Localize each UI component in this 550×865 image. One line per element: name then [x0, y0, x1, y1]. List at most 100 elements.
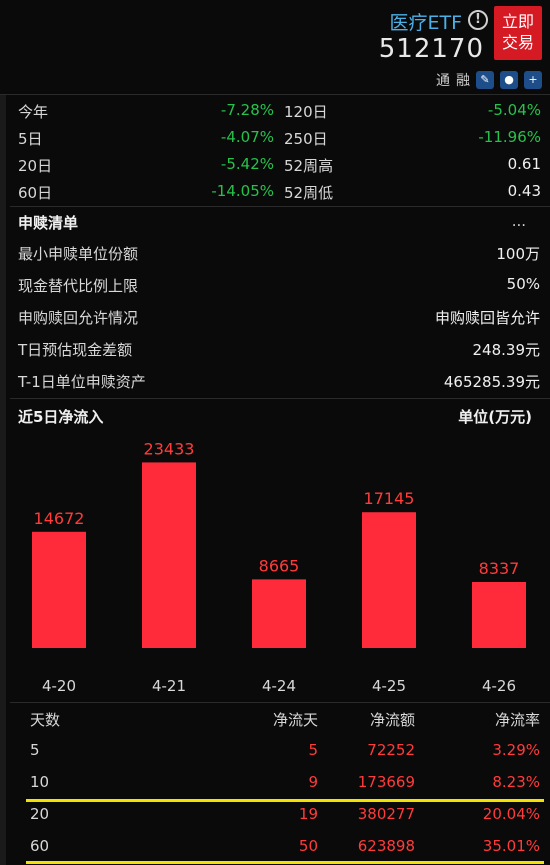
cell-net-rate: 3.29%: [492, 741, 540, 759]
cell-net-amount: 623898: [357, 837, 415, 855]
returns-label: 20日: [18, 157, 53, 175]
returns-value: 0.43: [507, 182, 541, 200]
subscribe-row: 申购赎回允许情况 申购赎回皆允许: [18, 300, 540, 332]
subscribe-title: 申赎清单: [18, 214, 79, 232]
bar-4-26: [472, 581, 526, 648]
cell-net-days: 19: [298, 805, 318, 823]
header-net-rate: 净流率: [494, 711, 540, 729]
subscribe-row: T-1日单位申赎资产 465285.39元: [18, 364, 540, 396]
x-tick-label: 4-26: [482, 677, 516, 695]
cell-days: 20: [30, 805, 50, 823]
cell-net-rate: 35.01%: [482, 837, 540, 855]
returns-label: 60日: [18, 184, 53, 202]
subscribe-value: 50%: [506, 275, 540, 293]
subscribe-value: 248.39元: [472, 341, 541, 359]
highlight-line: [26, 861, 544, 864]
table-row: 10 9 173669 8.23%: [18, 767, 540, 799]
table-row: 60 50 623898 35.01%: [18, 831, 540, 863]
unit-label: 单位(万元): [458, 408, 532, 426]
cell-net-rate: 8.23%: [492, 773, 540, 791]
fund-name: 医疗ETF: [389, 12, 462, 34]
subscribe-label: T日预估现金差额: [18, 341, 133, 359]
inflow-bar-chart: 14672 4-20 23433 4-21 8665 4-24 17145 4-25 8337 4…: [32, 439, 526, 695]
subscribe-label: 现金替代比例上限: [18, 277, 139, 295]
highlight-line: [26, 799, 544, 802]
cell-days: 10: [30, 773, 50, 791]
trade-now-button[interactable]: 立即 交易: [494, 6, 542, 60]
header-net-days: 净流天: [272, 711, 318, 729]
returns-row: 5日 -4.07% 250日 -11.96%: [18, 124, 543, 151]
cell-net-rate: 20.04%: [482, 805, 540, 823]
header-divider: [0, 94, 550, 95]
x-tick-label: 4-20: [42, 677, 76, 695]
subscribe-row: 最小申赎单位份额 100万: [18, 236, 540, 268]
returns-value: -7.28%: [220, 101, 274, 119]
inflow-title: 近5日净流入: [18, 408, 104, 426]
returns-row: 今年 -7.28% 120日 -5.04%: [18, 97, 543, 124]
header-net-amount: 净流额: [369, 711, 415, 729]
returns-value: -14.05%: [211, 182, 274, 200]
section-divider: [10, 398, 550, 399]
returns-value: -4.07%: [220, 128, 274, 146]
subscribe-label: 最小申赎单位份额: [18, 245, 139, 263]
returns-label: 250日: [284, 130, 328, 148]
data-label: 23433: [144, 439, 195, 458]
cell-net-days: 5: [308, 741, 318, 759]
returns-grid: 今年 -7.28% 120日 -5.04% 5日 -4.07% 250日 -11…: [18, 97, 543, 205]
flow-table: 天数 净流天 净流额 净流率 5 5 72252 3.29% 10 9 1736…: [18, 703, 540, 863]
rong-label[interactable]: 融: [456, 70, 470, 90]
data-label: 14672: [34, 509, 85, 528]
subscribe-row: T日预估现金差额 248.39元: [18, 332, 540, 364]
table-row: 5 5 72252 3.29%: [18, 735, 540, 767]
header-days: 天数: [30, 711, 61, 729]
header: 医疗ETF ! 立即 交易 512170 通 融 ✎ ● +: [0, 0, 550, 95]
bar-4-20: [32, 531, 86, 648]
cell-days: 5: [30, 741, 40, 759]
fund-code: 512170: [378, 34, 484, 64]
cell-net-amount: 173669: [357, 773, 415, 791]
returns-label: 今年: [18, 103, 49, 121]
returns-label: 120日: [284, 103, 328, 121]
more-button[interactable]: ...: [512, 212, 526, 230]
bell-icon[interactable]: ●: [500, 71, 518, 89]
flow-table-header: 天数 净流天 净流额 净流率: [18, 703, 540, 735]
returns-value: -5.04%: [487, 101, 541, 119]
subscribe-value: 申购赎回皆允许: [434, 309, 540, 327]
table-row: 20 19 380277 20.04%: [18, 799, 540, 831]
subscribe-label: T-1日单位申赎资产: [18, 373, 146, 391]
section-divider: [10, 206, 550, 207]
bar-4-21: [142, 462, 196, 648]
returns-row: 20日 -5.42% 52周高 0.61: [18, 151, 543, 178]
subscribe-value: 100万: [496, 245, 540, 263]
tong-label[interactable]: 通: [436, 70, 450, 90]
returns-value: 0.61: [507, 155, 541, 173]
subscribe-row: 现金替代比例上限 50%: [18, 268, 540, 300]
returns-value: -11.96%: [478, 128, 541, 146]
returns-label: 52周低: [284, 184, 334, 202]
cell-days: 60: [30, 837, 50, 855]
bar-4-24: [252, 579, 306, 648]
cell-net-days: 9: [308, 773, 318, 791]
header-tools: 通 融 ✎ ● +: [436, 70, 542, 90]
returns-label: 5日: [18, 130, 43, 148]
data-label: 8337: [479, 559, 520, 578]
cell-net-amount: 380277: [357, 805, 415, 823]
plus-icon[interactable]: +: [524, 71, 542, 89]
trade-button-line1: 立即: [501, 12, 534, 31]
x-tick-label: 4-21: [152, 677, 186, 695]
data-label: 17145: [364, 489, 415, 508]
x-tick-label: 4-24: [262, 677, 296, 695]
info-icon[interactable]: !: [468, 10, 488, 30]
returns-row: 60日 -14.05% 52周低 0.43: [18, 178, 543, 205]
bar-4-25: [362, 512, 416, 648]
subscribe-value: 465285.39元: [443, 373, 540, 391]
cell-net-amount: 72252: [367, 741, 415, 759]
data-label: 8665: [259, 556, 300, 575]
subscribe-label: 申购赎回允许情况: [18, 309, 139, 327]
subscribe-list: 最小申赎单位份额 100万 现金替代比例上限 50% 申购赎回允许情况 申购赎回…: [18, 236, 540, 396]
returns-label: 52周高: [284, 157, 334, 175]
cell-net-days: 50: [298, 837, 318, 855]
trade-button-line2: 交易: [501, 33, 534, 52]
returns-value: -5.42%: [220, 155, 274, 173]
pencil-icon[interactable]: ✎: [476, 71, 494, 89]
